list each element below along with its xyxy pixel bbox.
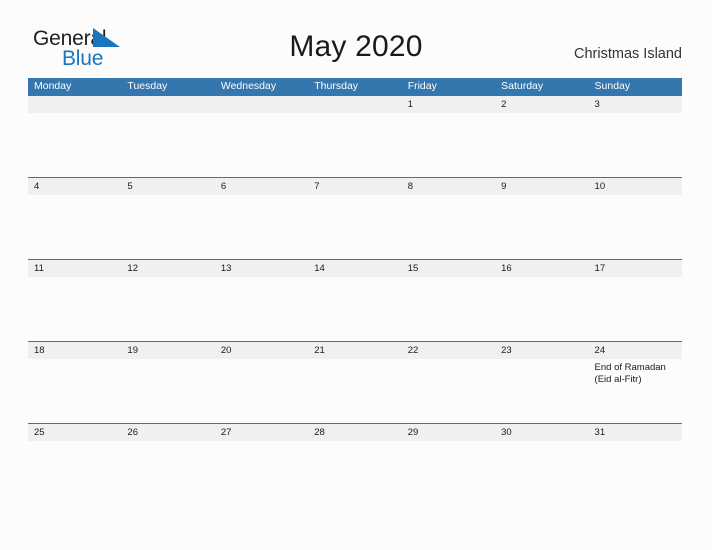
day-number[interactable]: 23 bbox=[495, 342, 588, 359]
day-number[interactable]: 17 bbox=[589, 260, 682, 277]
day-number[interactable]: 25 bbox=[28, 424, 121, 441]
calendar-body-band bbox=[28, 277, 682, 341]
weekday-header-wednesday: Wednesday bbox=[220, 80, 277, 92]
day-number[interactable]: 31 bbox=[589, 424, 682, 441]
day-number[interactable] bbox=[28, 96, 121, 113]
day-number[interactable]: 5 bbox=[121, 178, 214, 195]
day-number[interactable] bbox=[215, 96, 308, 113]
day-cell[interactable] bbox=[589, 277, 682, 341]
day-number[interactable]: 8 bbox=[402, 178, 495, 195]
day-cell[interactable] bbox=[28, 277, 121, 341]
day-number[interactable]: 21 bbox=[308, 342, 401, 359]
day-cell[interactable] bbox=[28, 195, 121, 259]
calendar-date-band: 1 2 3 bbox=[28, 95, 682, 113]
day-cell[interactable] bbox=[215, 195, 308, 259]
day-cell[interactable] bbox=[589, 441, 682, 455]
day-cell[interactable] bbox=[589, 195, 682, 259]
day-cell[interactable] bbox=[402, 113, 495, 177]
day-number[interactable]: 19 bbox=[121, 342, 214, 359]
day-cell[interactable] bbox=[121, 277, 214, 341]
day-number[interactable]: 22 bbox=[402, 342, 495, 359]
day-cell[interactable] bbox=[28, 359, 121, 423]
day-number[interactable]: 29 bbox=[402, 424, 495, 441]
day-number[interactable]: 28 bbox=[308, 424, 401, 441]
day-number[interactable]: 30 bbox=[495, 424, 588, 441]
day-number[interactable]: 14 bbox=[308, 260, 401, 277]
day-cell[interactable] bbox=[308, 277, 401, 341]
weekday-header-thursday: Thursday bbox=[314, 80, 359, 92]
day-number[interactable] bbox=[121, 96, 214, 113]
event-text: End of Ramadan bbox=[594, 362, 666, 373]
calendar-body-band bbox=[28, 113, 682, 177]
calendar-week-row: 11 12 13 14 15 16 17 bbox=[28, 259, 682, 341]
day-cell[interactable] bbox=[121, 195, 214, 259]
day-cell[interactable] bbox=[495, 441, 588, 455]
day-cell[interactable] bbox=[495, 195, 588, 259]
calendar-week-row: 18 19 20 21 22 23 24 End of Ramadan (Eid … bbox=[28, 341, 682, 423]
day-cell[interactable] bbox=[402, 359, 495, 423]
day-number[interactable]: 6 bbox=[215, 178, 308, 195]
page-header: General Blue May 2020 Christmas Island bbox=[0, 0, 712, 78]
day-cell[interactable] bbox=[495, 359, 588, 423]
weekday-header-tuesday: Tuesday bbox=[127, 80, 168, 92]
calendar-body-band: End of Ramadan (Eid al-Fitr) bbox=[28, 359, 682, 423]
day-number[interactable]: 11 bbox=[28, 260, 121, 277]
calendar-week-row: 25 26 27 28 29 30 31 bbox=[28, 423, 682, 455]
day-number[interactable]: 18 bbox=[28, 342, 121, 359]
day-cell[interactable] bbox=[215, 277, 308, 341]
day-cell-holiday[interactable]: End of Ramadan (Eid al-Fitr) bbox=[589, 359, 682, 423]
day-cell[interactable] bbox=[215, 113, 308, 177]
day-cell[interactable] bbox=[495, 113, 588, 177]
day-cell[interactable] bbox=[28, 441, 121, 455]
calendar-week-row: 1 2 3 bbox=[28, 95, 682, 177]
day-cell[interactable] bbox=[589, 113, 682, 177]
day-number[interactable]: 7 bbox=[308, 178, 401, 195]
day-number[interactable]: 16 bbox=[495, 260, 588, 277]
day-number[interactable]: 2 bbox=[495, 96, 588, 113]
calendar-grid: Monday Tuesday Wednesday Thursday Friday… bbox=[28, 78, 682, 455]
region-label: Christmas Island bbox=[574, 46, 682, 62]
day-number[interactable]: 26 bbox=[121, 424, 214, 441]
weekday-header-monday: Monday bbox=[34, 80, 72, 92]
day-number[interactable]: 10 bbox=[589, 178, 682, 195]
day-number[interactable] bbox=[308, 96, 401, 113]
day-cell[interactable] bbox=[121, 441, 214, 455]
day-number[interactable]: 24 bbox=[589, 342, 682, 359]
day-cell[interactable] bbox=[121, 113, 214, 177]
day-number[interactable]: 12 bbox=[121, 260, 214, 277]
calendar-date-band: 25 26 27 28 29 30 31 bbox=[28, 423, 682, 441]
calendar-week-row: 4 5 6 7 8 9 10 bbox=[28, 177, 682, 259]
day-number[interactable]: 1 bbox=[402, 96, 495, 113]
day-cell[interactable] bbox=[402, 195, 495, 259]
day-number[interactable]: 3 bbox=[589, 96, 682, 113]
calendar-body-band bbox=[28, 195, 682, 259]
calendar-date-band: 18 19 20 21 22 23 24 bbox=[28, 341, 682, 359]
calendar-body-band bbox=[28, 441, 682, 455]
weekday-header-sunday: Sunday bbox=[594, 80, 631, 92]
day-number[interactable]: 20 bbox=[215, 342, 308, 359]
weekday-header-friday: Friday bbox=[407, 80, 437, 92]
calendar-date-band: 11 12 13 14 15 16 17 bbox=[28, 259, 682, 277]
day-cell[interactable] bbox=[308, 195, 401, 259]
day-cell[interactable] bbox=[121, 359, 214, 423]
calendar-date-band: 4 5 6 7 8 9 10 bbox=[28, 177, 682, 195]
day-cell[interactable] bbox=[215, 359, 308, 423]
day-number[interactable]: 27 bbox=[215, 424, 308, 441]
day-cell[interactable] bbox=[402, 441, 495, 455]
day-cell[interactable] bbox=[215, 441, 308, 455]
day-cell[interactable] bbox=[402, 277, 495, 341]
weekday-header-saturday: Saturday bbox=[501, 80, 544, 92]
day-cell[interactable] bbox=[495, 277, 588, 341]
day-cell[interactable] bbox=[308, 359, 401, 423]
day-cell[interactable] bbox=[308, 113, 401, 177]
day-number[interactable]: 9 bbox=[495, 178, 588, 195]
day-number[interactable]: 13 bbox=[215, 260, 308, 277]
day-number[interactable]: 15 bbox=[402, 260, 495, 277]
day-number[interactable]: 4 bbox=[28, 178, 121, 195]
day-cell[interactable] bbox=[308, 441, 401, 455]
calendar-weekday-header: Monday Tuesday Wednesday Thursday Friday… bbox=[28, 78, 682, 95]
event-text: (Eid al-Fitr) bbox=[594, 373, 642, 385]
day-cell[interactable] bbox=[28, 113, 121, 177]
